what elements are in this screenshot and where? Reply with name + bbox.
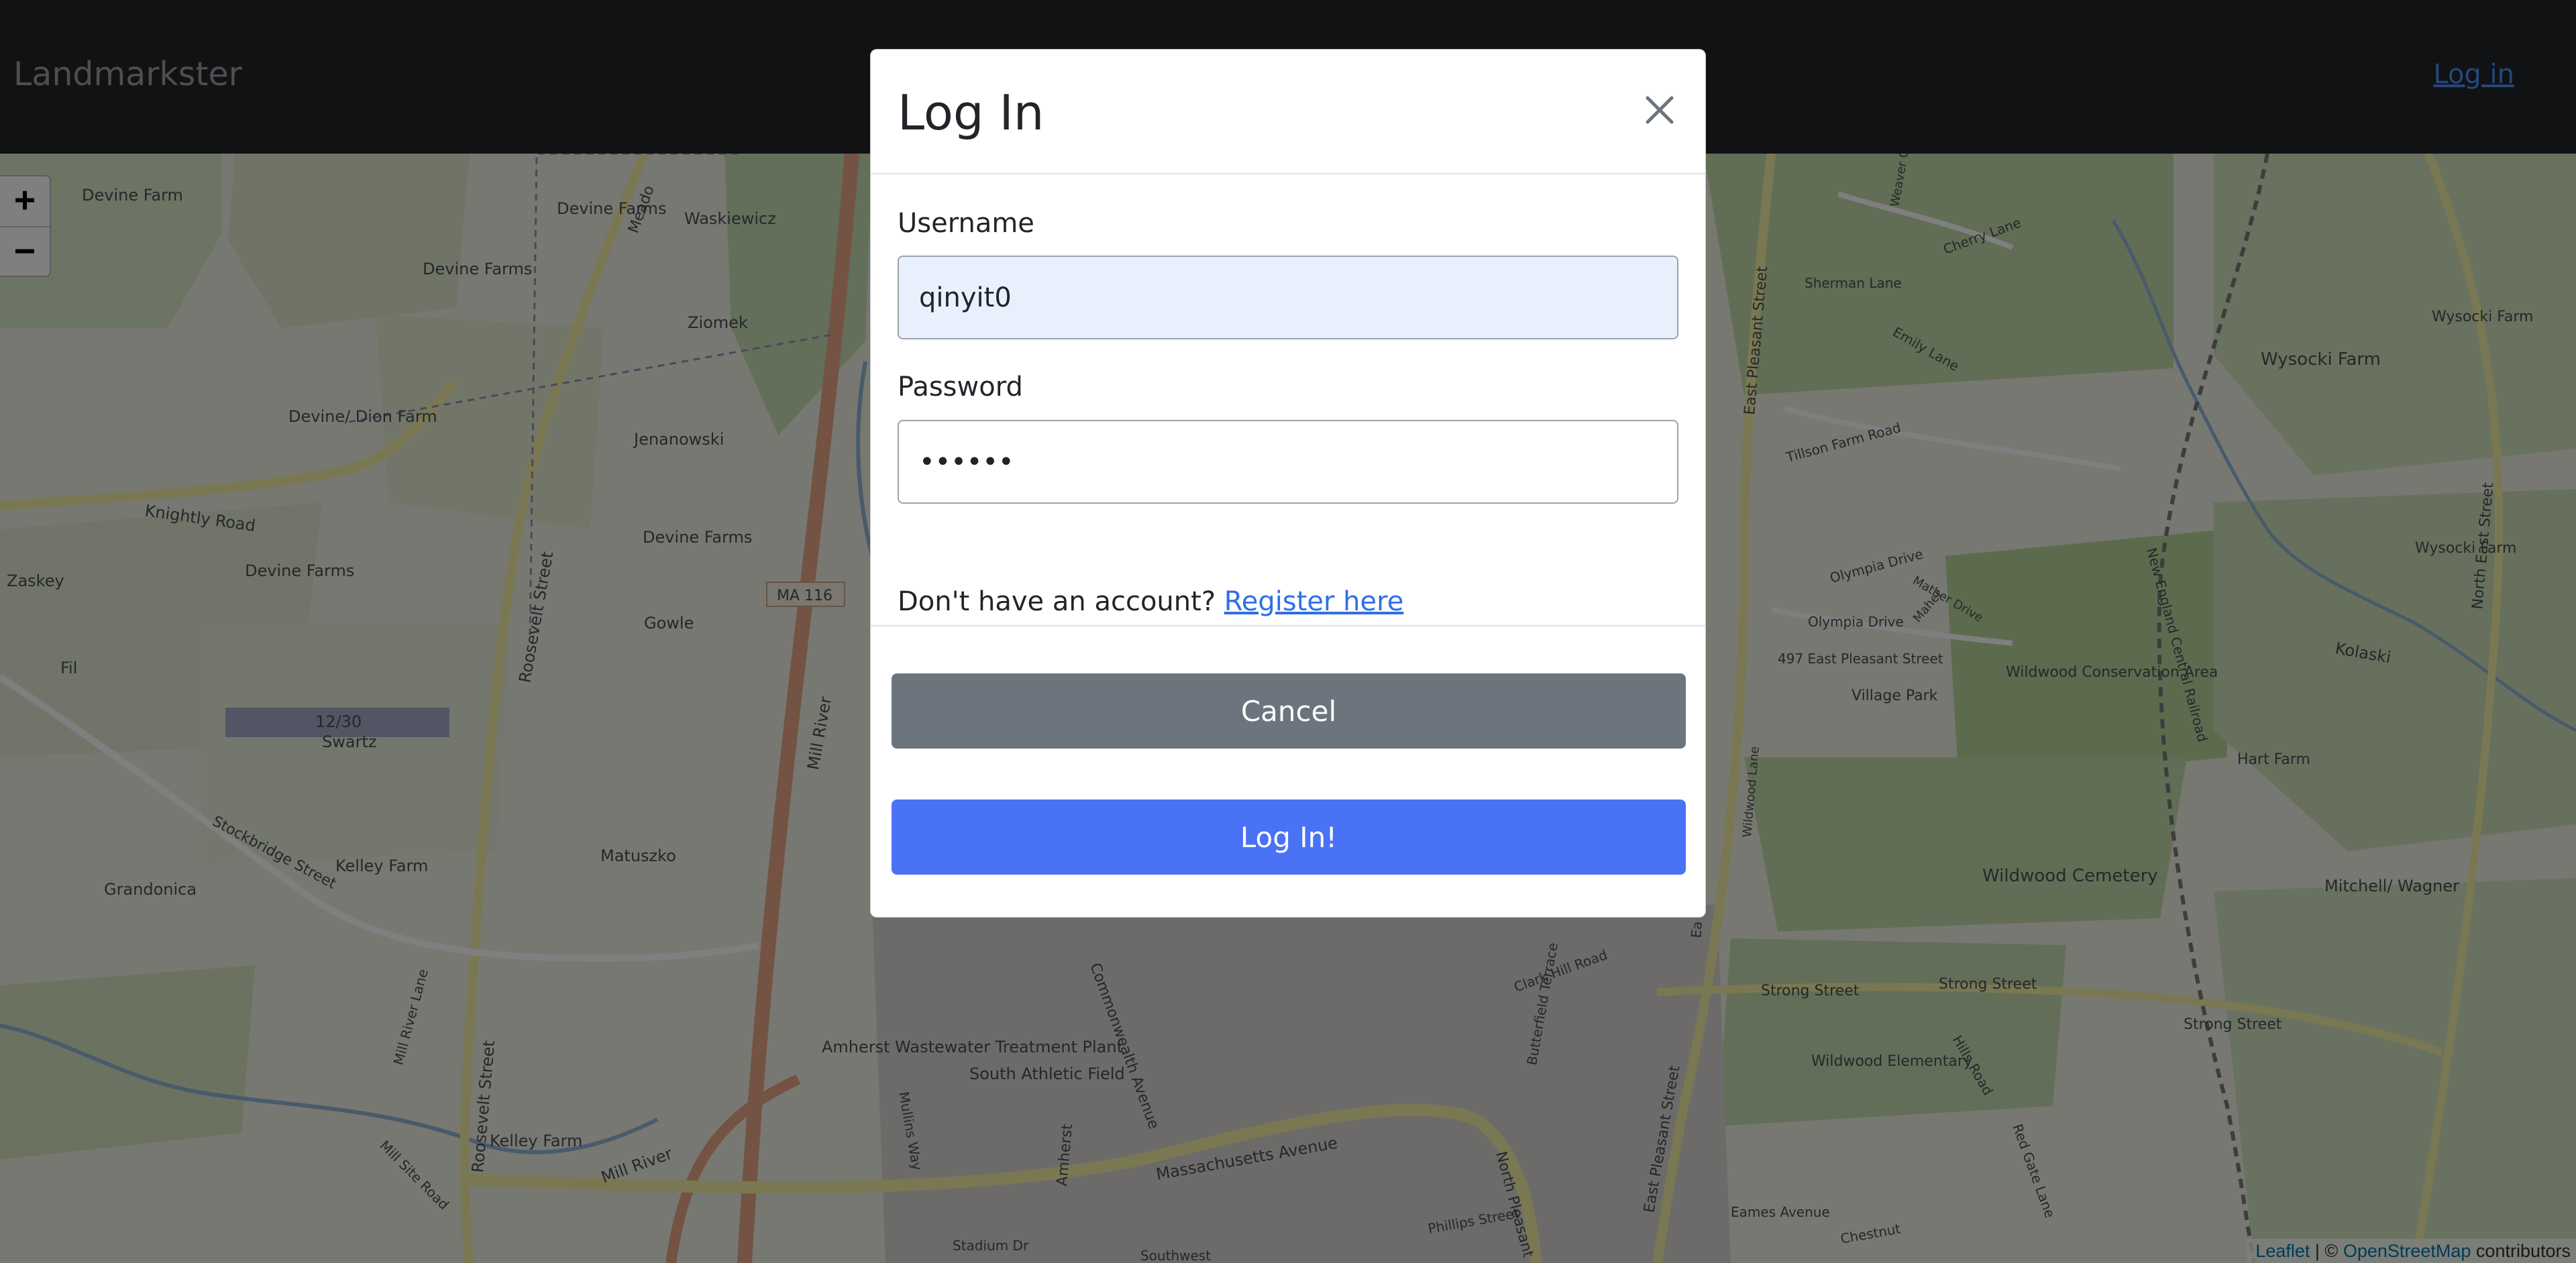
password-input[interactable]	[898, 420, 1678, 504]
modal-title: Log In	[898, 85, 1044, 141]
username-input[interactable]	[898, 256, 1678, 339]
login-submit-button[interactable]: Log In!	[892, 800, 1686, 875]
register-prompt-line: Don't have an account? Register here	[898, 586, 1403, 617]
cancel-button[interactable]: Cancel	[892, 673, 1686, 749]
close-button[interactable]	[1638, 89, 1681, 131]
modal-footer: Cancel Log In!	[871, 625, 1705, 918]
register-prompt: Don't have an account?	[898, 586, 1216, 617]
password-label: Password	[898, 372, 1023, 402]
login-modal: Log In Username Password Don't have an a…	[870, 49, 1706, 918]
register-link[interactable]: Register here	[1224, 586, 1404, 617]
close-icon	[1646, 96, 1674, 124]
modal-header: Log In	[871, 50, 1705, 174]
username-label: Username	[898, 208, 1034, 239]
